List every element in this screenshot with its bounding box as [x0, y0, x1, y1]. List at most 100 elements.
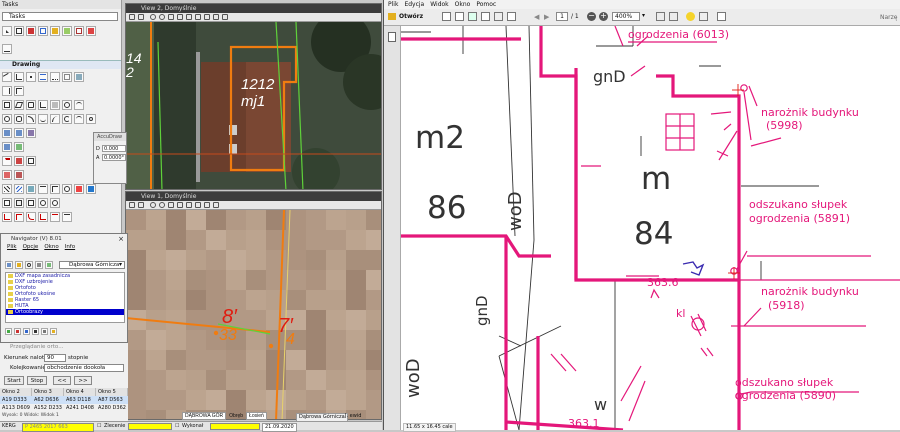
edit-text-icon[interactable] [2, 170, 12, 180]
group-hole-icon[interactable] [62, 100, 72, 110]
place-orthogonal-icon[interactable] [38, 100, 48, 110]
navigator-search-icon[interactable] [25, 261, 33, 269]
share-icon[interactable] [481, 12, 490, 21]
place-half-ellipse-icon[interactable] [38, 114, 48, 124]
zoom-out-icon[interactable] [159, 14, 165, 20]
zlecenie-checkbox-icon[interactable]: ☐ [97, 423, 101, 430]
measure-icon[interactable] [74, 26, 84, 36]
accudraw-distance-field[interactable]: 0.000 [102, 145, 126, 152]
place-shape-icon[interactable] [14, 100, 24, 110]
folder-icon[interactable] [50, 328, 57, 335]
place-arc-icon[interactable] [26, 114, 36, 124]
zoom-chevron-icon[interactable]: ▾ [642, 12, 645, 19]
pdf-menu-pomoc[interactable]: Pomoc [476, 0, 496, 9]
highlight-icon[interactable] [699, 12, 708, 21]
copy-icon[interactable] [38, 26, 48, 36]
scale-icon[interactable] [2, 142, 12, 152]
next-page-icon[interactable]: ▶ [544, 13, 549, 21]
attributes-icon[interactable] [62, 26, 72, 36]
accudraw-dialog[interactable]: AccuDraw D 0.000 A 0.0000° [93, 132, 127, 184]
drawing-section-header[interactable]: Drawing [0, 60, 121, 69]
place-text-icon[interactable] [2, 156, 12, 166]
expand-icon[interactable] [717, 12, 726, 21]
copy-view-icon[interactable] [222, 14, 228, 20]
table-header-cell[interactable]: Okno 5 [96, 388, 128, 396]
place-polygon-icon[interactable] [26, 100, 36, 110]
navigator-menu-info[interactable]: Info [65, 244, 75, 250]
view-1-rotate-view-icon[interactable] [186, 202, 192, 208]
start-button[interactable]: Start [4, 376, 24, 385]
zoom-out-icon[interactable]: − [587, 12, 596, 21]
view-1[interactable]: View 1, Domyślnie 8′ 33 7′ 4 [125, 191, 382, 420]
delete-icon[interactable] [26, 26, 36, 36]
prev-button[interactable]: << [53, 376, 71, 385]
navigator-menu-opcje[interactable]: Opcje [23, 244, 39, 250]
email-icon[interactable] [507, 12, 516, 21]
pattern-icon[interactable] [2, 184, 12, 194]
select-element-icon[interactable] [2, 26, 12, 36]
dimension-icon[interactable] [38, 184, 48, 194]
view-2[interactable]: View 2, Domyślnie 14 2 1212 mj1 [125, 3, 382, 190]
fence-icon[interactable] [14, 26, 24, 36]
wykonal-checkbox-icon[interactable]: ☐ [175, 423, 179, 430]
view-1-zoom-in-icon[interactable] [150, 202, 156, 208]
dimension-angle-icon[interactable] [50, 184, 60, 194]
dimension-element-icon[interactable] [74, 184, 84, 194]
accudraw-toggle-icon[interactable] [74, 72, 84, 82]
view-1-canvas[interactable]: 8′ 33 7′ 4 [126, 210, 382, 420]
extend-icon[interactable] [14, 212, 24, 222]
zlecenie-field[interactable] [128, 423, 172, 430]
cell-library-icon[interactable] [2, 198, 12, 208]
view-1-zoom-out-icon[interactable] [159, 202, 165, 208]
place-curve-icon[interactable] [74, 114, 84, 124]
view-1-fit-view-icon[interactable] [177, 202, 183, 208]
view-next-icon[interactable] [213, 14, 219, 20]
jewid-value-field[interactable]: DĄBROWA GÓR [182, 412, 227, 420]
snap-icon[interactable] [2, 44, 12, 54]
navigator-menu-plik[interactable]: Plik [7, 244, 17, 250]
place-stream-icon[interactable] [50, 72, 60, 82]
break-icon[interactable] [50, 212, 60, 222]
insert-vertex-icon[interactable] [62, 212, 72, 222]
fit-page-icon[interactable] [656, 12, 665, 21]
fillet-icon[interactable] [26, 212, 36, 222]
next-button[interactable]: >> [74, 376, 92, 385]
thumbnails-icon[interactable] [388, 32, 396, 42]
open-folder-icon[interactable] [388, 13, 396, 20]
zoom-in-icon[interactable] [150, 14, 156, 20]
trim-icon[interactable] [2, 212, 12, 222]
chevron-down-icon[interactable]: ▾ [119, 261, 122, 268]
table-header-cell[interactable]: Okno 3 [32, 388, 64, 396]
close-tool-icon[interactable] [86, 26, 96, 36]
navigator-layers-icon[interactable] [15, 261, 23, 269]
navigator-settings-icon[interactable] [35, 261, 43, 269]
pdf-menu-okno[interactable]: Okno [455, 0, 471, 9]
place-quarter-ellipse-icon[interactable] [50, 114, 60, 124]
zoom-select[interactable]: 400% [612, 12, 640, 21]
navigator-map-icon[interactable] [5, 261, 13, 269]
view-1-previous-icon[interactable] [204, 202, 210, 208]
view-2-canvas[interactable]: 14 2 1212 mj1 [126, 22, 382, 190]
table-row[interactable]: A113 D609 A152 D233 A241 D408 A280 D362 [0, 404, 128, 412]
gmina-field[interactable]: Dąbrowa Górnicza [296, 413, 348, 422]
view-1-window-area-icon[interactable] [168, 202, 174, 208]
pdf-page[interactable]: ogrodzenia (6013) gnD m2 86 woD m 84 nar… [401, 26, 900, 430]
pan-view-icon[interactable] [195, 14, 201, 20]
window-area-icon[interactable] [168, 14, 174, 20]
direction-input[interactable]: 90 [44, 354, 66, 362]
layer-item-active[interactable]: Ortoobrazy [6, 309, 124, 315]
place-arc-shape-icon[interactable] [74, 100, 84, 110]
place-note-icon[interactable] [26, 156, 36, 166]
pdf-menu-edycja[interactable]: Edycja [404, 0, 424, 9]
dimension-radial-icon[interactable] [62, 184, 72, 194]
fit-view-icon[interactable] [177, 14, 183, 20]
add-layer-icon[interactable] [5, 328, 12, 335]
place-block-icon[interactable] [2, 100, 12, 110]
pin-icon[interactable] [23, 328, 30, 335]
coordinate-field[interactable]: P 2465 2017 663 [22, 423, 94, 432]
annotation-icon[interactable] [38, 198, 48, 208]
pdf-menu-plik[interactable]: Plik [388, 0, 398, 9]
chamfer-icon[interactable] [38, 212, 48, 222]
fit-width-icon[interactable] [669, 12, 678, 21]
edit-cell-icon[interactable] [26, 198, 36, 208]
